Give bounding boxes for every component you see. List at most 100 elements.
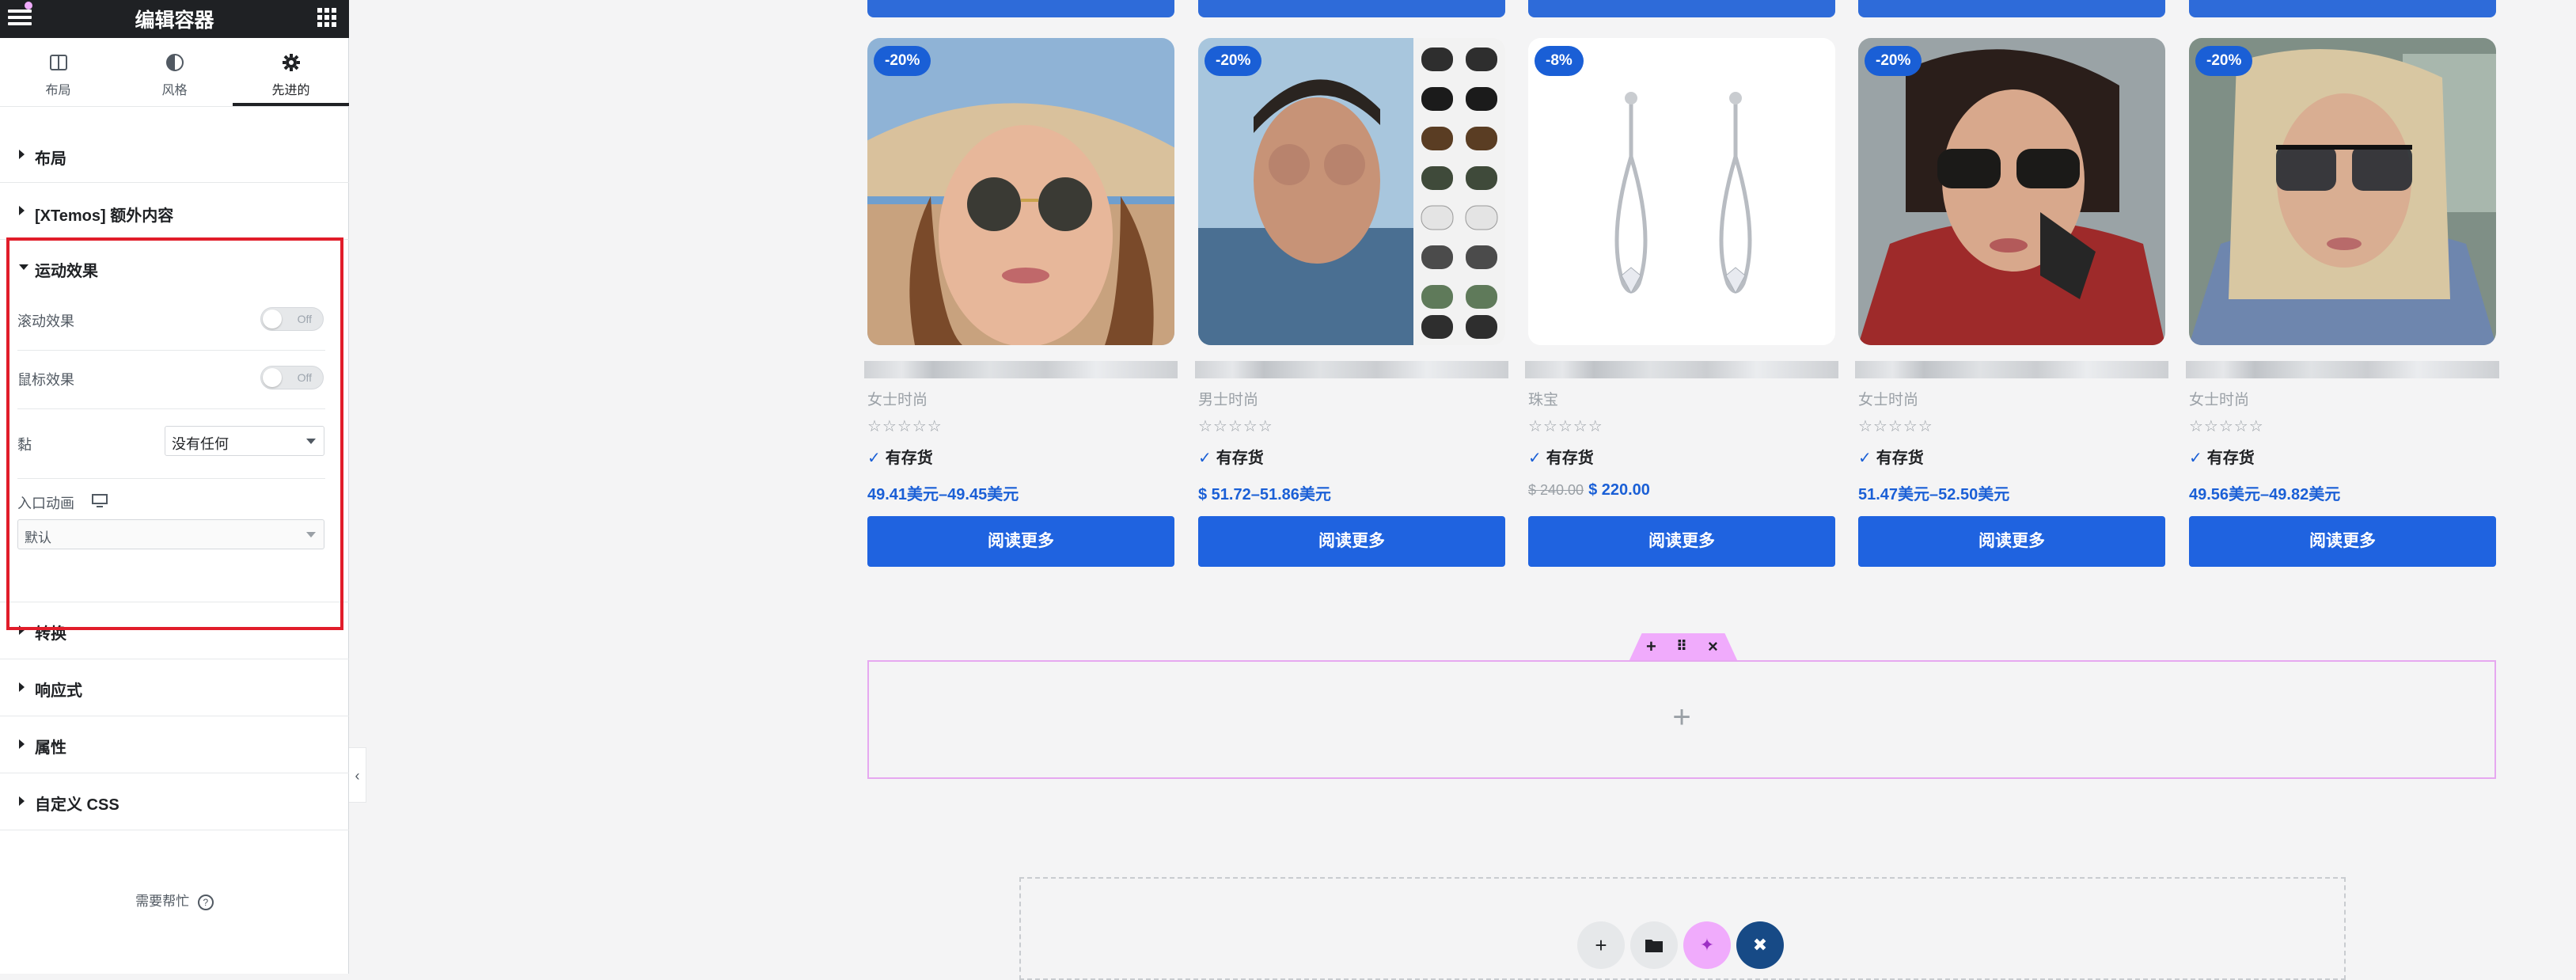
caret-right-icon: [19, 682, 25, 692]
sparkle-icon: ✦: [1699, 935, 1715, 955]
section-custom-css[interactable]: 自定义 CSS: [0, 773, 349, 830]
product-price: $ 51.72–51.86美元: [1198, 481, 1331, 504]
add-widget-icon[interactable]: +: [869, 701, 2494, 733]
add-section-button[interactable]: +: [1577, 921, 1625, 969]
template-library-button[interactable]: [1630, 921, 1678, 969]
price-old: $ 240.00: [1528, 482, 1584, 498]
check-icon: ✓: [867, 450, 881, 467]
style-icon: [165, 54, 184, 71]
widgets-grid-icon[interactable]: [317, 8, 336, 27]
product-category[interactable]: 珠宝: [1528, 388, 1558, 409]
tab-advanced[interactable]: 先进的: [233, 38, 349, 106]
tab-layout[interactable]: 布局: [0, 38, 116, 106]
price-current: 49.41美元–49.45美元: [867, 486, 1019, 503]
check-icon: ✓: [1198, 450, 1212, 467]
blurred-title: [1195, 361, 1508, 378]
stock-text: 有存货: [1546, 450, 1594, 467]
product-image[interactable]: -20%: [1858, 38, 2165, 345]
price-current: $ 51.72–51.86美元: [1198, 486, 1331, 503]
xtemos-button[interactable]: ✖: [1736, 921, 1784, 969]
read-more-button[interactable]: 阅读更多: [1528, 516, 1835, 567]
read-more-button[interactable]: 阅读更多: [2189, 516, 2496, 567]
caret-right-icon: [19, 739, 25, 749]
partial-button[interactable]: [1528, 0, 1835, 17]
stock-text: 有存货: [1876, 450, 1924, 467]
section-attributes[interactable]: 属性: [0, 716, 349, 773]
stock-text: 有存货: [885, 450, 933, 467]
section-title: 响应式: [35, 682, 82, 700]
section-title: [XTemos] 额外内容: [35, 207, 174, 225]
caret-right-icon: [19, 796, 25, 806]
tab-label: 布局: [45, 84, 71, 97]
section-responsive[interactable]: 响应式: [0, 659, 349, 716]
product-category[interactable]: 男士时尚: [1198, 388, 1258, 409]
help-link[interactable]: 需要帮忙 ?: [0, 890, 349, 910]
stock-status: ✓ 有存货: [1858, 445, 1924, 468]
read-more-button[interactable]: 阅读更多: [1858, 516, 2165, 567]
question-icon: ?: [197, 894, 214, 910]
partial-button[interactable]: [2189, 0, 2496, 17]
price-current: 51.47美元–52.50美元: [1858, 486, 2010, 503]
product-image[interactable]: -8%: [1528, 38, 1835, 345]
rating-stars: ☆☆☆☆☆: [867, 418, 943, 435]
discount-badge: -8%: [1535, 46, 1584, 76]
discount-badge: -20%: [874, 46, 931, 76]
check-icon: ✓: [2189, 450, 2202, 467]
check-icon: ✓: [1858, 450, 1872, 467]
stock-text: 有存货: [1216, 450, 1264, 467]
delete-icon[interactable]: ×: [1708, 636, 1718, 657]
tab-label: 先进的: [271, 84, 310, 97]
partial-button[interactable]: [1198, 0, 1505, 17]
tab-label: 风格: [161, 84, 188, 97]
product-price: 49.41美元–49.45美元: [867, 481, 1019, 504]
blurred-title: [864, 361, 1178, 378]
panel-header: 编辑容器: [0, 0, 349, 38]
caret-right-icon: [19, 206, 25, 215]
partial-button[interactable]: [867, 0, 1174, 17]
collapse-panel-button[interactable]: ‹: [349, 747, 366, 803]
partial-button[interactable]: [1858, 0, 2165, 17]
xtemos-logo-icon: ✖: [1752, 935, 1768, 955]
stock-text: 有存货: [2206, 450, 2255, 467]
read-more-button[interactable]: 阅读更多: [1198, 516, 1505, 567]
add-section-dropzone: [1019, 877, 2346, 980]
layout-icon: [49, 55, 67, 70]
panel-tabs: 布局 风格 先进的: [0, 38, 349, 107]
rating-stars: ☆☆☆☆☆: [2189, 418, 2264, 435]
price-current: $ 220.00: [1588, 481, 1650, 499]
help-text: 需要帮忙: [135, 894, 190, 909]
product-image[interactable]: -20%: [1198, 38, 1505, 345]
panel-title: 编辑容器: [135, 9, 214, 32]
highlight-box: [6, 237, 343, 630]
section-title: 自定义 CSS: [35, 796, 120, 814]
stock-status: ✓ 有存货: [867, 445, 933, 468]
stock-status: ✓ 有存货: [1198, 445, 1264, 468]
rating-stars: ☆☆☆☆☆: [1528, 418, 1603, 435]
product-price: $ 240.00 $ 220.00: [1528, 481, 1650, 499]
add-element-icon[interactable]: +: [1646, 636, 1656, 657]
product-price: 51.47美元–52.50美元: [1858, 481, 2009, 504]
stock-status: ✓ 有存货: [2189, 445, 2255, 468]
price-current: 49.56美元–49.82美元: [2189, 486, 2341, 503]
blurred-title: [1525, 361, 1838, 378]
product-category[interactable]: 女士时尚: [867, 388, 928, 409]
empty-container[interactable]: +: [867, 660, 2496, 779]
section-title: 布局: [35, 150, 66, 168]
section-xtemos[interactable]: [XTemos] 额外内容: [0, 182, 349, 240]
rating-stars: ☆☆☆☆☆: [1858, 418, 1933, 435]
product-image[interactable]: -20%: [2189, 38, 2496, 345]
product-category[interactable]: 女士时尚: [1858, 388, 1918, 409]
product-image[interactable]: -20%: [867, 38, 1174, 345]
product-category[interactable]: 女士时尚: [2189, 388, 2249, 409]
folder-icon: [1645, 940, 1663, 952]
drag-handle-icon[interactable]: ⠿: [1676, 638, 1687, 655]
ai-button[interactable]: ✦: [1683, 921, 1731, 969]
rating-stars: ☆☆☆☆☆: [1198, 418, 1273, 435]
stock-status: ✓ 有存货: [1528, 445, 1594, 468]
section-title: 属性: [35, 739, 66, 757]
section-layout[interactable]: 布局: [0, 127, 349, 183]
container-handle: + ⠿ ×: [1629, 633, 1738, 662]
discount-badge: -20%: [2195, 46, 2253, 76]
read-more-button[interactable]: 阅读更多: [867, 516, 1174, 567]
tab-style[interactable]: 风格: [116, 38, 233, 106]
